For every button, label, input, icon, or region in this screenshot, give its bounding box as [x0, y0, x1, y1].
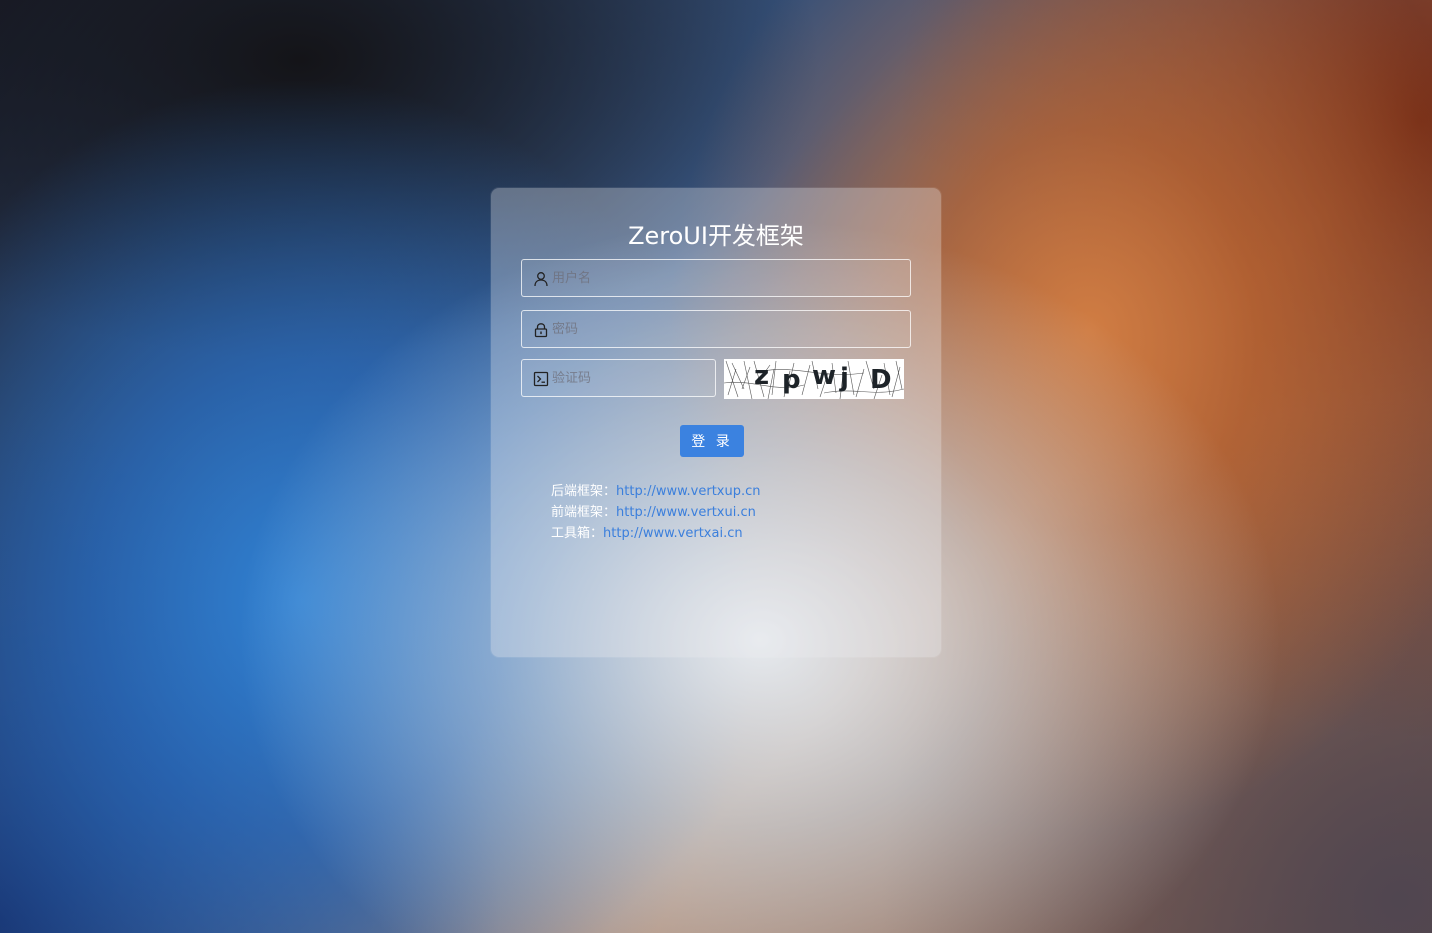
user-icon [533, 271, 549, 287]
password-input[interactable] [552, 311, 904, 347]
link-label: 工具箱： [551, 526, 604, 541]
link-row-toolbox: 工具箱：http://www.vertxai.cn [551, 523, 761, 544]
links-list: 后端框架：http://www.vertxup.cn 前端框架：http://w… [551, 481, 761, 544]
captcha-char: D [870, 365, 892, 395]
login-card: ZeroUI开发框架 用户名 验证码 z p w j D 登 录 后端框架：ht… [491, 188, 941, 657]
captcha-text: z p w j D [724, 359, 904, 399]
captcha-char: p [782, 365, 801, 395]
captcha-char: j [840, 363, 849, 393]
captcha-image[interactable]: z p w j D [724, 359, 904, 399]
terminal-icon [533, 371, 549, 387]
toolbox-link[interactable]: http://www.vertxai.cn [603, 526, 743, 541]
link-label: 前端框架： [551, 505, 617, 520]
username-field[interactable] [521, 259, 911, 297]
captcha-char: w [812, 361, 837, 391]
login-button[interactable]: 登 录 [680, 425, 744, 457]
captcha-char: z [754, 361, 770, 391]
username-input[interactable] [552, 260, 904, 296]
link-row-frontend: 前端框架：http://www.vertxui.cn [551, 502, 761, 523]
password-field[interactable] [521, 310, 911, 348]
backend-link[interactable]: http://www.vertxup.cn [616, 484, 761, 499]
captcha-field[interactable] [521, 359, 716, 397]
link-row-backend: 后端框架：http://www.vertxup.cn [551, 481, 761, 502]
page-title: ZeroUI开发框架 [628, 222, 804, 250]
link-label: 后端框架： [551, 484, 617, 499]
lock-icon [533, 322, 549, 338]
frontend-link[interactable]: http://www.vertxui.cn [616, 505, 756, 520]
captcha-input[interactable] [552, 360, 709, 396]
